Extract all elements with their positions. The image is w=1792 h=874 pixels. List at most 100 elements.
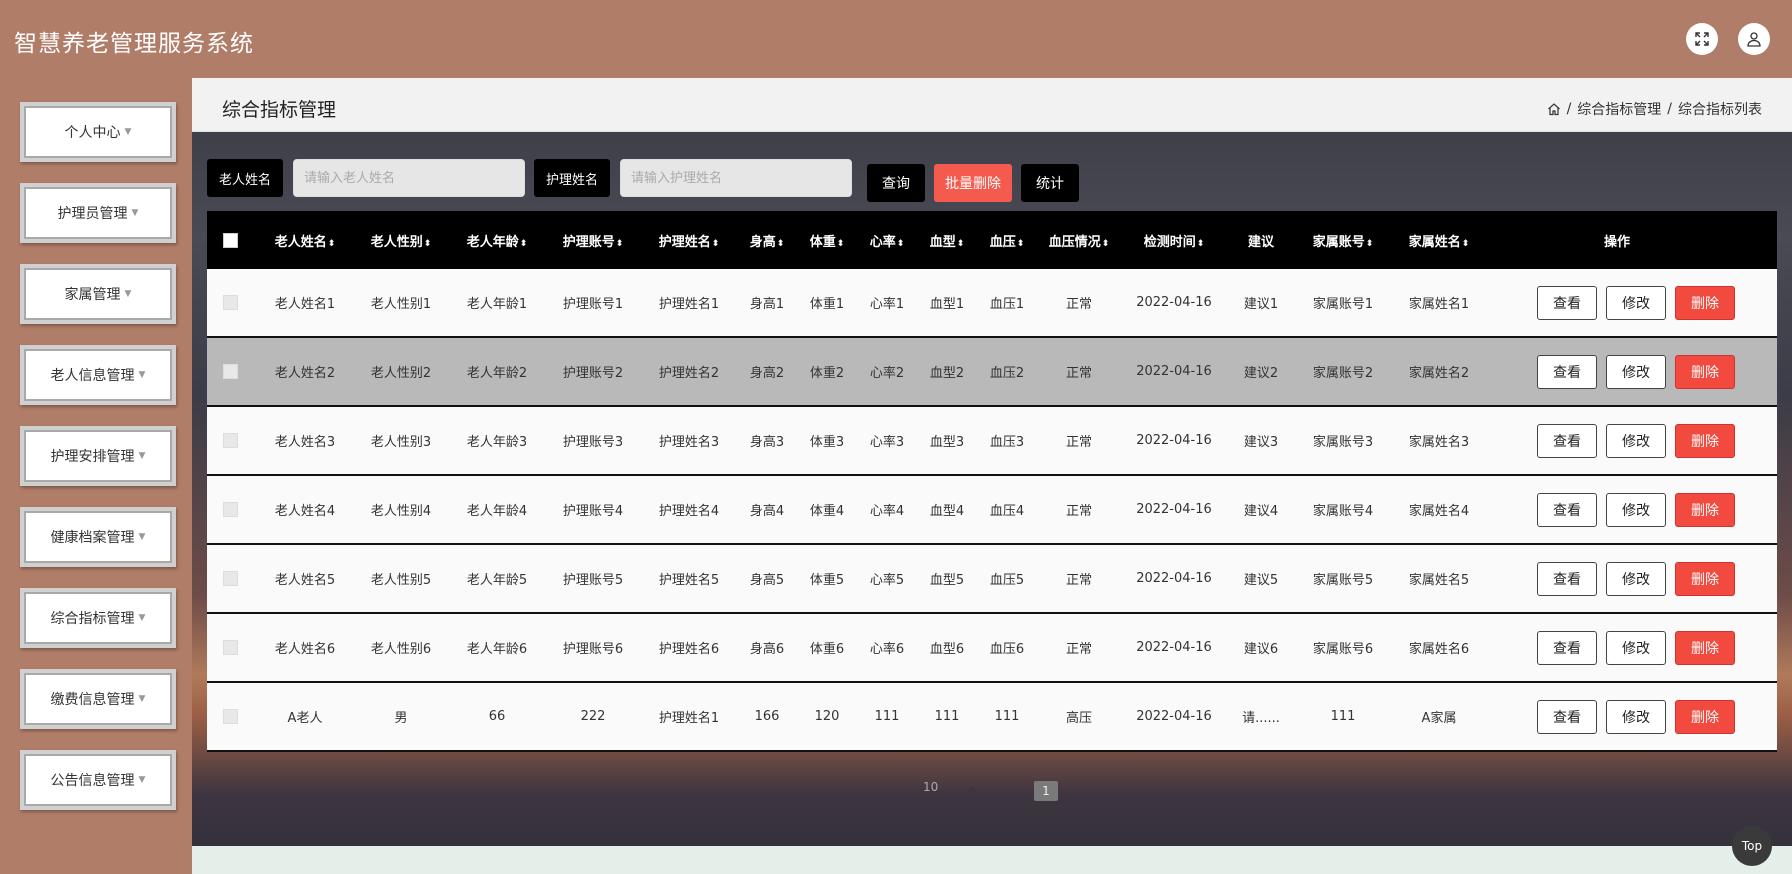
view-button[interactable]: 查看 xyxy=(1537,561,1597,596)
table-cell: 血型2 xyxy=(929,366,965,381)
main-content: 综合指标管理 / 综合指标管理 / 综合指标列表 老人姓名 护理姓名 查询 批量… xyxy=(192,78,1792,874)
sidebar-item-announcement[interactable]: 公告信息管理 ▼ xyxy=(20,750,176,810)
column-header[interactable]: 体重⬍ xyxy=(797,231,857,250)
row-checkbox[interactable] xyxy=(223,502,238,517)
sidebar-item-family-management[interactable]: 家属管理 ▼ xyxy=(20,264,176,324)
column-header[interactable]: 血压情况⬍ xyxy=(1037,231,1121,250)
sort-icon: ⬍ xyxy=(956,238,965,249)
row-checkbox[interactable] xyxy=(223,640,238,655)
row-checkbox[interactable] xyxy=(223,433,238,448)
table-cell: 血压4 xyxy=(989,504,1025,519)
column-header[interactable]: 家属账号⬍ xyxy=(1295,231,1391,250)
view-button[interactable]: 查看 xyxy=(1537,630,1597,665)
table-cell: 111 xyxy=(874,709,900,724)
table-cell: 身高6 xyxy=(749,642,785,657)
delete-button[interactable]: 删除 xyxy=(1675,630,1735,665)
page-size-select[interactable]: 10 xyxy=(923,780,938,794)
delete-button[interactable]: 删除 xyxy=(1675,699,1735,734)
view-button[interactable]: 查看 xyxy=(1537,285,1597,320)
table-cell: 老人年龄3 xyxy=(466,435,528,450)
column-header[interactable]: 护理姓名⬍ xyxy=(641,231,737,250)
page-number-current[interactable]: 1 xyxy=(1034,781,1058,801)
sidebar-item-nurse-management[interactable]: 护理员管理 ▼ xyxy=(20,183,176,243)
sidebar-item-indicator-management[interactable]: 综合指标管理 ▼ xyxy=(20,588,176,648)
table-cell: 2022-04-16 xyxy=(1136,295,1212,310)
user-button[interactable] xyxy=(1738,23,1770,55)
sidebar-item-elder-info[interactable]: 老人信息管理 ▼ xyxy=(20,345,176,405)
row-checkbox[interactable] xyxy=(223,295,238,310)
delete-button[interactable]: 删除 xyxy=(1675,561,1735,596)
view-button[interactable]: 查看 xyxy=(1537,492,1597,527)
table-cell: 家属账号2 xyxy=(1312,366,1374,381)
top-header: 智慧养老管理服务系统 xyxy=(0,0,1792,78)
edit-button[interactable]: 修改 xyxy=(1606,423,1666,458)
table-cell: 护理姓名1 xyxy=(658,711,720,726)
delete-button[interactable]: 删除 xyxy=(1675,285,1735,320)
column-header[interactable]: 血压⬍ xyxy=(977,231,1037,250)
view-button[interactable]: 查看 xyxy=(1537,423,1597,458)
sidebar-item-personal-center[interactable]: 个人中心 ▼ xyxy=(20,102,176,162)
query-button[interactable]: 查询 xyxy=(867,164,925,202)
delete-button[interactable]: 删除 xyxy=(1675,354,1735,389)
batch-delete-button[interactable]: 批量删除 xyxy=(934,164,1012,202)
table-cell: 心率2 xyxy=(869,366,905,381)
sidebar-item-payment-info[interactable]: 缴费信息管理 ▼ xyxy=(20,669,176,729)
table-cell: 护理账号1 xyxy=(562,297,624,312)
table-row: 老人姓名2 老人性别2 老人年龄2 护理账号2 护理姓名2 身高2 体重2 心率2 血型2 血压2… xyxy=(207,338,1777,407)
fullscreen-button[interactable] xyxy=(1686,23,1718,55)
column-header[interactable]: 血型⬍ xyxy=(917,231,977,250)
nurse-name-input[interactable] xyxy=(620,159,852,197)
table-cell: 老人年龄2 xyxy=(466,366,528,381)
table-row: 老人姓名5 老人性别5 老人年龄5 护理账号5 护理姓名5 身高5 体重5 心率5 血型5 血压5… xyxy=(207,545,1777,614)
edit-button[interactable]: 修改 xyxy=(1606,285,1666,320)
sort-icon: ⬍ xyxy=(615,238,624,249)
table-cell: 心率4 xyxy=(869,504,905,519)
edit-button[interactable]: 修改 xyxy=(1606,630,1666,665)
table-cell: 2022-04-16 xyxy=(1136,502,1212,517)
column-header[interactable]: 老人性别⬍ xyxy=(353,231,449,250)
table-cell: 2022-04-16 xyxy=(1136,571,1212,586)
table-cell: 护理姓名4 xyxy=(658,504,720,519)
table-cell: 111 xyxy=(1330,709,1356,724)
column-header[interactable]: 心率⬍ xyxy=(857,231,917,250)
row-checkbox[interactable] xyxy=(223,709,238,724)
column-header[interactable]: 老人姓名⬍ xyxy=(257,231,353,250)
delete-button[interactable]: 删除 xyxy=(1675,423,1735,458)
row-checkbox[interactable] xyxy=(223,571,238,586)
sort-icon: ⬍ xyxy=(1196,238,1205,249)
view-button[interactable]: 查看 xyxy=(1537,699,1597,734)
chevron-down-icon[interactable]: ⌄ xyxy=(968,782,976,793)
elder-name-input[interactable] xyxy=(293,159,525,197)
column-header[interactable]: 检测时间⬍ xyxy=(1121,231,1227,250)
column-header[interactable]: 家属姓名⬍ xyxy=(1391,231,1487,250)
home-icon[interactable] xyxy=(1547,102,1561,116)
table-cell: 111 xyxy=(934,709,960,724)
row-checkbox[interactable] xyxy=(223,364,238,379)
column-header[interactable]: 老人年龄⬍ xyxy=(449,231,545,250)
column-header[interactable]: 护理账号⬍ xyxy=(545,231,641,250)
sidebar-item-care-schedule[interactable]: 护理安排管理 ▼ xyxy=(20,426,176,486)
table-cell: 老人姓名2 xyxy=(274,366,336,381)
delete-button[interactable]: 删除 xyxy=(1675,492,1735,527)
table-cell: 家属账号5 xyxy=(1312,573,1374,588)
edit-button[interactable]: 修改 xyxy=(1606,492,1666,527)
table-cell: 护理姓名1 xyxy=(658,297,720,312)
table-cell: 血型6 xyxy=(929,642,965,657)
select-all-checkbox[interactable] xyxy=(223,232,238,248)
view-button[interactable]: 查看 xyxy=(1537,354,1597,389)
table-cell: 血压1 xyxy=(989,297,1025,312)
edit-button[interactable]: 修改 xyxy=(1606,354,1666,389)
edit-button[interactable]: 修改 xyxy=(1606,561,1666,596)
sidebar-item-health-records[interactable]: 健康档案管理 ▼ xyxy=(20,507,176,567)
table-cell: 老人姓名3 xyxy=(274,435,336,450)
page-title: 综合指标管理 xyxy=(222,99,337,121)
stats-button[interactable]: 统计 xyxy=(1021,164,1079,202)
table-cell: 家属姓名6 xyxy=(1408,642,1470,657)
edit-button[interactable]: 修改 xyxy=(1606,699,1666,734)
table-row: A老人 男 66 222 护理姓名1 166 120 111 111 111 高压 2022-04-1… xyxy=(207,683,1777,752)
breadcrumb-item[interactable]: 综合指标管理 xyxy=(1577,99,1661,119)
table-cell: 老人年龄6 xyxy=(466,642,528,657)
caret-down-icon: ▼ xyxy=(138,613,146,623)
back-to-top-button[interactable]: Top xyxy=(1732,826,1772,866)
column-header[interactable]: 身高⬍ xyxy=(737,231,797,250)
